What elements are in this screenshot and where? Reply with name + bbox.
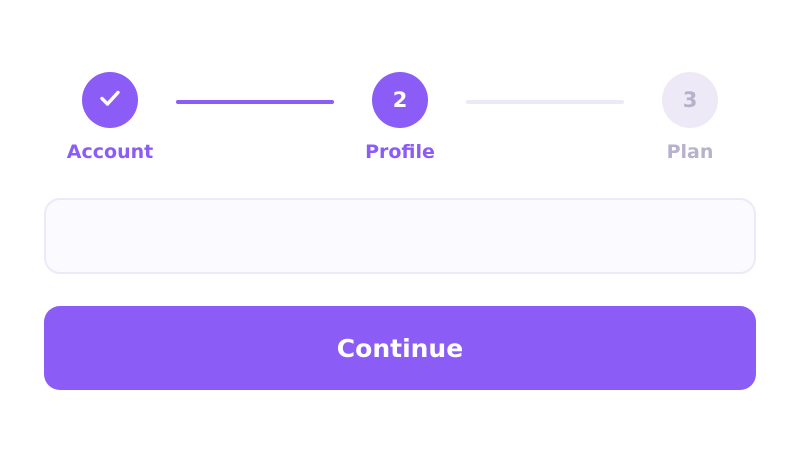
continue-button[interactable]: Continue — [44, 306, 756, 390]
step-1-label: Account — [66, 141, 154, 163]
step-connector-2 — [466, 100, 624, 104]
step-connector-1 — [176, 100, 334, 104]
profile-input[interactable] — [44, 198, 756, 274]
step-3-label: Plan — [666, 141, 714, 163]
step-2-circle: 2 — [372, 72, 428, 128]
check-icon — [97, 85, 123, 116]
stepper: Account 2 Profile 3 Plan — [0, 0, 800, 190]
step-1-circle — [82, 72, 138, 128]
step-2-label: Profile — [365, 141, 435, 163]
step-3-circle: 3 — [662, 72, 718, 128]
step-3-number: 3 — [682, 88, 698, 112]
step-2-number: 2 — [392, 88, 408, 112]
